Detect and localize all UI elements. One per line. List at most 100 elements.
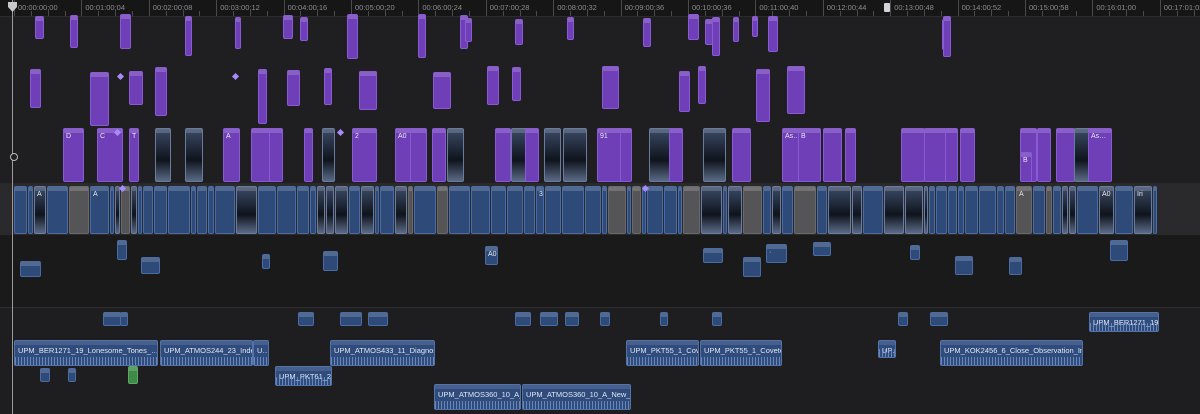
audio-fragment-clip[interactable] — [515, 312, 531, 326]
audio-fragment-clip[interactable] — [712, 312, 722, 326]
primary-storyline-clip[interactable] — [936, 186, 947, 234]
title-clip[interactable] — [688, 14, 699, 40]
primary-storyline-clip[interactable] — [958, 186, 964, 234]
title-clip[interactable] — [35, 16, 44, 39]
primary-storyline-clip[interactable] — [191, 186, 196, 234]
audio-fragment-clip[interactable] — [298, 312, 314, 326]
primary-storyline-clip[interactable] — [965, 186, 978, 234]
primary-storyline-clip[interactable] — [701, 186, 722, 234]
primary-storyline-clip[interactable] — [69, 186, 89, 234]
title-clip[interactable] — [185, 16, 192, 56]
primary-storyline-clip[interactable] — [723, 186, 727, 234]
primary-storyline-clip[interactable]: A — [1016, 186, 1032, 234]
title-clip[interactable] — [752, 16, 758, 37]
primary-storyline-clip[interactable] — [763, 186, 771, 234]
keyframe-marker[interactable] — [10, 153, 18, 161]
primary-storyline-clip[interactable] — [852, 186, 862, 234]
broll-thumbnail-clip[interactable] — [447, 128, 464, 182]
primary-storyline-clip[interactable] — [507, 186, 523, 234]
overlay-clip[interactable] — [487, 66, 499, 105]
connected-audio-clip[interactable] — [743, 257, 761, 277]
primary-storyline-clip[interactable] — [471, 186, 490, 234]
overlay-clip[interactable] — [698, 66, 706, 104]
primary-storyline-clip[interactable] — [310, 186, 316, 234]
primary-storyline-clip[interactable] — [491, 186, 506, 234]
primary-storyline-clip[interactable] — [608, 186, 626, 234]
audio-fragment-clip[interactable] — [340, 312, 362, 326]
primary-storyline-clip[interactable] — [335, 186, 348, 234]
primary-storyline-clip[interactable] — [1069, 186, 1076, 234]
primary-storyline-clip[interactable] — [997, 186, 1004, 234]
connected-audio-clip[interactable]: A0 — [485, 246, 498, 265]
title-clip[interactable] — [235, 17, 241, 49]
primary-storyline-clip[interactable] — [121, 186, 130, 234]
broll-clip[interactable]: D — [63, 128, 84, 182]
primary-storyline-clip[interactable] — [647, 186, 663, 234]
primary-storyline-clip[interactable] — [138, 186, 142, 234]
title-clip[interactable] — [515, 19, 523, 45]
primary-storyline-clip[interactable] — [683, 186, 700, 234]
connected-audio-clip[interactable] — [813, 242, 831, 256]
audio-fragment-clip[interactable] — [103, 312, 121, 326]
broll-clip[interactable] — [525, 128, 539, 182]
broll-clip[interactable] — [669, 128, 683, 182]
clip-marker-icon[interactable] — [336, 128, 345, 137]
broll-clip[interactable] — [945, 128, 958, 182]
primary-storyline-clip[interactable] — [562, 186, 584, 234]
broll-clip[interactable] — [1056, 128, 1075, 182]
broll-clip[interactable] — [823, 128, 842, 182]
broll-clip[interactable] — [304, 128, 313, 182]
broll-clip[interactable] — [1037, 128, 1051, 182]
primary-storyline-clip[interactable] — [929, 186, 935, 234]
overlay-clip[interactable] — [602, 66, 619, 109]
connected-audio-clip[interactable] — [955, 256, 973, 275]
broll-clip[interactable] — [845, 128, 856, 182]
broll-clip[interactable]: B — [798, 128, 821, 182]
primary-storyline-clip[interactable]: n — [924, 186, 928, 234]
primary-storyline-clip[interactable] — [437, 186, 448, 234]
primary-storyline-clip[interactable] — [863, 186, 883, 234]
broll-clip[interactable] — [410, 128, 427, 182]
primary-storyline-clip[interactable] — [197, 186, 207, 234]
connected-audio-clip[interactable] — [1009, 257, 1022, 275]
primary-storyline-clip[interactable]: Iri — [1134, 186, 1152, 234]
primary-storyline-clip[interactable] — [772, 186, 781, 234]
timeline-editor[interactable]: 00:00:00;00 00:01:00;04 00:02:00;08 00:03:0… — [0, 0, 1200, 414]
broll-clip[interactable] — [432, 128, 446, 182]
broll-thumbnail-clip[interactable] — [155, 128, 171, 182]
audio-fragment-clip[interactable] — [368, 312, 388, 326]
audio-clip[interactable]: UPM_BER1271_19_Lone… — [1089, 312, 1159, 332]
connected-audio-clip[interactable] — [262, 254, 270, 269]
broll-clip[interactable] — [901, 128, 925, 182]
connected-audio-clip[interactable] — [703, 248, 723, 263]
audio-fragment-clip[interactable] — [898, 312, 908, 326]
primary-storyline-clip[interactable] — [143, 186, 153, 234]
primary-storyline-clip[interactable] — [361, 186, 374, 234]
connected-audio-clip[interactable] — [117, 240, 127, 260]
primary-storyline-clip[interactable] — [794, 186, 816, 234]
primary-storyline-clip[interactable] — [1115, 186, 1133, 234]
overlay-clip[interactable] — [787, 66, 805, 114]
primary-storyline-clip[interactable] — [782, 186, 793, 234]
audio-fragment-clip[interactable] — [120, 312, 128, 326]
primary-storyline-clip[interactable] — [642, 186, 646, 234]
primary-storyline-clip[interactable] — [979, 186, 996, 234]
overlay-clip[interactable] — [287, 70, 300, 106]
primary-storyline-clip[interactable] — [414, 186, 436, 234]
overlay-clip[interactable] — [359, 71, 377, 110]
broll-thumbnail-clip[interactable] — [563, 128, 587, 182]
primary-storyline-clip[interactable] — [317, 186, 325, 234]
audio-fragment-clip[interactable] — [40, 368, 50, 382]
primary-storyline-clip[interactable] — [326, 186, 334, 234]
broll-clip[interactable] — [960, 128, 975, 182]
primary-storyline-clip[interactable]: 316 — [536, 186, 544, 234]
audio-clip[interactable]: UPM_PKT55_1_Covet… — [626, 340, 699, 366]
title-clip[interactable] — [347, 14, 358, 59]
primary-storyline-clip[interactable] — [408, 186, 413, 234]
title-clip[interactable] — [300, 17, 308, 41]
primary-storyline-clip[interactable] — [817, 186, 827, 234]
primary-storyline-clip[interactable] — [449, 186, 470, 234]
overlay-clip[interactable] — [258, 69, 267, 124]
primary-storyline-clip[interactable] — [905, 186, 923, 234]
title-clip[interactable] — [465, 18, 472, 42]
